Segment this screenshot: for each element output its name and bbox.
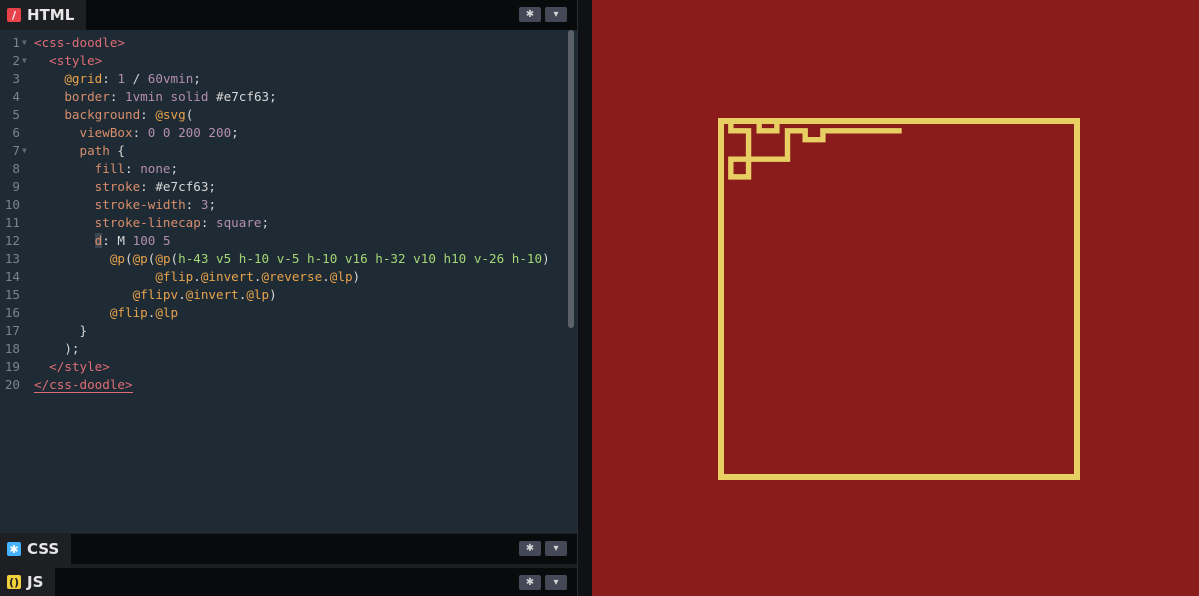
line-number: 13 (4, 251, 20, 266)
code-line: stroke-width: 3; (94, 197, 217, 212)
fold-icon[interactable]: ▼ (22, 52, 27, 70)
css-asterisk-icon: ✱ (7, 542, 21, 556)
line-number: 19 (4, 359, 20, 374)
chevron-down-icon: ▾ (553, 9, 559, 20)
line-number: 9 (12, 179, 20, 194)
gear-icon: ✱ (525, 577, 535, 588)
css-settings-button[interactable]: ✱ (519, 541, 541, 556)
code-line: <style> (49, 53, 103, 68)
code-editor-panel: / HTML ✱ ▾ 1 ▼ <css-doodle> 2 ▼ <style> 3 @… (0, 0, 577, 596)
code-line: <css-doodle> (34, 35, 125, 50)
code-line: </style> (49, 359, 110, 374)
line-number: 4 (12, 89, 20, 104)
fold-icon[interactable]: ▼ (22, 142, 27, 160)
code-line: stroke-linecap: square; (94, 215, 270, 230)
code-line: } (34, 323, 88, 338)
tab-js-label: JS (27, 573, 44, 591)
ornamental-frame (718, 118, 1080, 480)
fold-icon[interactable]: ▼ (22, 34, 27, 52)
code-line: </css-doodle> (34, 377, 133, 393)
editor-scrollbar[interactable] (568, 30, 574, 328)
line-number: 17 (4, 323, 20, 338)
js-collapse-button[interactable]: ▾ (545, 575, 567, 590)
resize-divider[interactable] (577, 0, 593, 596)
code-line: @flipv.@invert.@lp) (132, 287, 277, 302)
code-line: stroke: #e7cf63; (94, 179, 216, 194)
css-tab-bar: ✱ CSS ✱ ▾ (0, 534, 577, 564)
chevron-down-icon: ▾ (553, 543, 559, 554)
tab-js[interactable]: () JS (0, 568, 56, 596)
html-slash-icon: / (7, 8, 21, 22)
line-number: 14 (4, 269, 20, 284)
line-number: 8 (12, 161, 20, 176)
code-line: viewBox: 0 0 200 200; (79, 125, 239, 140)
html-tab-bar: / HTML ✱ ▾ (0, 0, 577, 30)
tab-html[interactable]: / HTML (0, 0, 87, 30)
code-line: fill: none; (94, 161, 179, 176)
line-number: 6 (12, 125, 20, 140)
line-number: 10 (4, 197, 20, 212)
chevron-down-icon: ▾ (553, 577, 559, 588)
html-code-area[interactable]: 1 ▼ <css-doodle> 2 ▼ <style> 3 @grid: 1 / 6… (0, 30, 577, 533)
gear-icon: ✱ (525, 9, 535, 20)
code-line: ); (34, 341, 80, 356)
preview-panel (592, 0, 1199, 596)
js-settings-button[interactable]: ✱ (519, 575, 541, 590)
code-line: background: @svg( (64, 107, 194, 122)
code-line: @p(@p(@p(h-43 v5 h-10 v-5 h-10 v16 h-32 … (109, 251, 550, 266)
line-number: 11 (4, 215, 20, 230)
line-number: 5 (12, 107, 20, 122)
code-line: @flip.@invert.@reverse.@lp) (155, 269, 361, 284)
code-line: path { (79, 143, 126, 158)
code-line: @grid: 1 / 60vmin; (64, 71, 201, 86)
html-collapse-button[interactable]: ▾ (545, 7, 567, 22)
line-number: 15 (4, 287, 20, 302)
gear-icon: ✱ (525, 543, 535, 554)
css-collapse-button[interactable]: ▾ (545, 541, 567, 556)
tab-css-label: CSS (27, 540, 60, 558)
line-number: 3 (12, 71, 20, 86)
line-number: 7 (12, 143, 20, 158)
line-number: 20 (4, 377, 20, 392)
code-line: d: M 100 5 (94, 233, 171, 248)
line-number: 18 (4, 341, 20, 356)
line-number: 16 (4, 305, 20, 320)
line-number: 1 (12, 35, 20, 50)
tab-css[interactable]: ✱ CSS (0, 534, 72, 564)
code-line: border: 1vmin solid #e7cf63; (64, 89, 277, 104)
tab-html-label: HTML (27, 6, 75, 24)
js-braces-icon: () (7, 575, 21, 589)
html-settings-button[interactable]: ✱ (519, 7, 541, 22)
js-tab-bar: () JS ✱ ▾ (0, 568, 577, 596)
line-number: 12 (4, 233, 20, 248)
line-number: 2 (12, 53, 20, 68)
code-line: @flip.@lp (109, 305, 179, 320)
